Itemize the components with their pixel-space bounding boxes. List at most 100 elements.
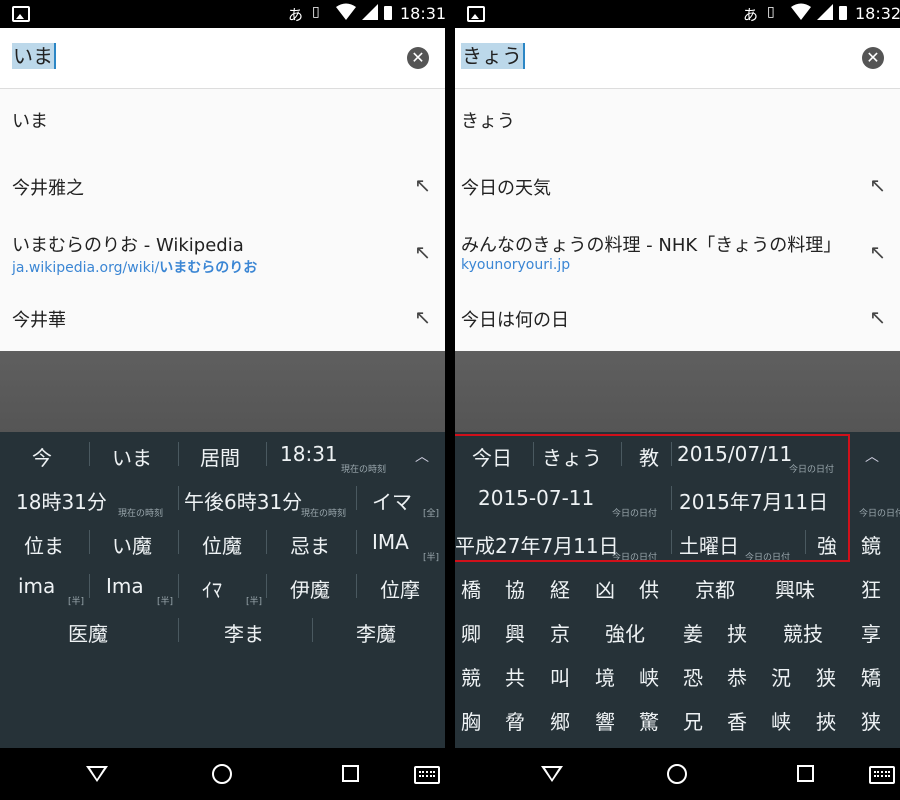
suggestion-item[interactable]: みんなのきょうの料理 - NHK「きょうの料理」 kyounoryouri.jp… (455, 213, 900, 283)
suggestion-title: 今日は何の日 (461, 310, 569, 331)
search-input[interactable]: きょう (461, 43, 525, 69)
candidate[interactable]: 李ま (224, 618, 264, 647)
suggestion-item[interactable]: きょう (455, 89, 900, 151)
insert-arrow-icon[interactable]: ↖ (869, 173, 886, 197)
candidate[interactable]: 位ま (24, 530, 64, 559)
candidate[interactable]: 京都 (695, 574, 735, 603)
suggestion-item[interactable]: 今日の天気 ↖ (455, 151, 900, 213)
suggestion-item[interactable]: いまむらのりお - Wikipedia ja.wikipedia.org/wik… (0, 213, 445, 283)
search-bar[interactable]: いま ✕ (0, 28, 445, 89)
candidate[interactable]: 峡 (771, 706, 791, 735)
suggestion-item[interactable]: 今井華 ↖ (0, 283, 445, 351)
candidate[interactable]: IMA (372, 530, 409, 554)
collapse-icon[interactable]: ︿ (865, 446, 879, 466)
candidate[interactable]: 競技 (783, 618, 823, 647)
candidate[interactable]: 位摩 (380, 574, 420, 603)
suggestion-title: きょう (461, 111, 515, 132)
candidate[interactable]: 響 (595, 706, 615, 735)
candidate[interactable]: 矯 (861, 662, 881, 691)
left-screenshot: あ ▯ 18:31 いま ✕ いま 今井雅之 ↖ いまむらのりお - Wikip… (0, 0, 445, 800)
candidate[interactable]: 居間 (200, 442, 240, 471)
candidate[interactable]: 峡 (639, 662, 659, 691)
candidate[interactable]: 競 (461, 662, 481, 691)
candidate[interactable]: 医魔 (68, 618, 108, 647)
candidate[interactable]: 脅 (505, 706, 525, 735)
candidate[interactable]: 叫 (550, 662, 570, 691)
candidate-tag: 現在の時刻 (301, 509, 347, 519)
collapse-icon[interactable]: ︿ (415, 446, 429, 466)
candidate[interactable]: 午後6時31分 (184, 486, 302, 515)
candidate[interactable]: 卿 (461, 618, 481, 647)
battery-icon (384, 6, 392, 20)
candidate-tag: [全] (423, 509, 440, 519)
back-icon[interactable] (86, 766, 108, 782)
candidate[interactable]: ｲﾏ (202, 574, 222, 603)
candidate-tag: [半] (68, 597, 85, 607)
candidate[interactable]: 橋 (461, 574, 481, 603)
candidate[interactable]: 狂 (861, 574, 881, 603)
candidate[interactable]: 供 (639, 574, 659, 603)
candidate[interactable]: 姜 (683, 618, 703, 647)
suggestion-item[interactable]: 今井雅之 ↖ (0, 151, 445, 213)
search-bar[interactable]: きょう ✕ (455, 28, 900, 89)
candidate[interactable]: い魔 (112, 530, 152, 559)
navigation-bar (455, 748, 900, 800)
candidate[interactable]: 李魔 (356, 618, 396, 647)
candidate[interactable]: 京 (550, 618, 570, 647)
candidate[interactable]: 強化 (605, 618, 645, 647)
candidate[interactable]: 郷 (550, 706, 570, 735)
status-time: 18:32 (855, 4, 900, 23)
candidate[interactable]: 今 (32, 442, 52, 471)
candidate[interactable]: いま (112, 442, 152, 471)
insert-arrow-icon[interactable]: ↖ (414, 173, 431, 197)
search-input[interactable]: いま (12, 43, 56, 69)
gallery-icon (12, 6, 30, 22)
recent-apps-icon[interactable] (797, 765, 814, 782)
clear-icon[interactable]: ✕ (407, 47, 429, 69)
candidate[interactable]: 況 (771, 662, 791, 691)
keyboard-icon[interactable] (869, 766, 895, 784)
candidate[interactable]: 凶 (595, 574, 615, 603)
candidate[interactable]: 位魔 (202, 530, 242, 559)
clear-icon[interactable]: ✕ (862, 47, 884, 69)
candidate[interactable]: 恭 (727, 662, 747, 691)
candidate[interactable]: 胸 (461, 706, 481, 735)
candidate[interactable]: 兄 (683, 706, 703, 735)
candidate[interactable]: 挾 (816, 706, 836, 735)
suggestion-item[interactable]: 今日は何の日 ↖ (455, 283, 900, 351)
candidate[interactable]: 経 (550, 574, 570, 603)
candidate[interactable]: Ima (106, 574, 144, 598)
candidate[interactable]: 忌ま (290, 530, 330, 559)
status-bar: あ ▯ 18:32 (455, 0, 900, 28)
candidate[interactable]: 狭 (816, 662, 836, 691)
candidate[interactable]: 享 (861, 618, 881, 647)
candidate[interactable]: 香 (727, 706, 747, 735)
insert-arrow-icon[interactable]: ↖ (414, 305, 431, 329)
keyboard-icon[interactable] (414, 766, 440, 784)
candidate[interactable]: 驚 (639, 706, 659, 735)
candidate[interactable]: 18時31分 (16, 486, 107, 515)
insert-arrow-icon[interactable]: ↖ (869, 240, 886, 264)
candidate[interactable]: 伊魔 (290, 574, 330, 603)
home-icon[interactable] (212, 764, 232, 784)
insert-arrow-icon[interactable]: ↖ (869, 305, 886, 329)
vibrate-icon: ▯ (312, 4, 320, 20)
back-icon[interactable] (541, 766, 563, 782)
candidate[interactable]: 協 (505, 574, 525, 603)
suggestion-item[interactable]: いま (0, 89, 445, 151)
candidate[interactable]: 鏡 (861, 530, 881, 559)
candidate[interactable]: 恐 (683, 662, 703, 691)
candidate[interactable]: 狭 (861, 706, 881, 735)
candidate[interactable]: 挟 (727, 618, 747, 647)
candidate[interactable]: 18:31 (280, 442, 338, 466)
insert-arrow-icon[interactable]: ↖ (414, 240, 431, 264)
candidate[interactable]: 興味 (775, 574, 815, 603)
candidate[interactable]: 共 (505, 662, 525, 691)
candidate[interactable]: 興 (505, 618, 525, 647)
candidate[interactable]: イマ (372, 486, 412, 515)
recent-apps-icon[interactable] (342, 765, 359, 782)
candidate[interactable]: 境 (595, 662, 615, 691)
candidate[interactable]: ima (18, 574, 55, 598)
ime-indicator: あ (743, 6, 759, 24)
home-icon[interactable] (667, 764, 687, 784)
